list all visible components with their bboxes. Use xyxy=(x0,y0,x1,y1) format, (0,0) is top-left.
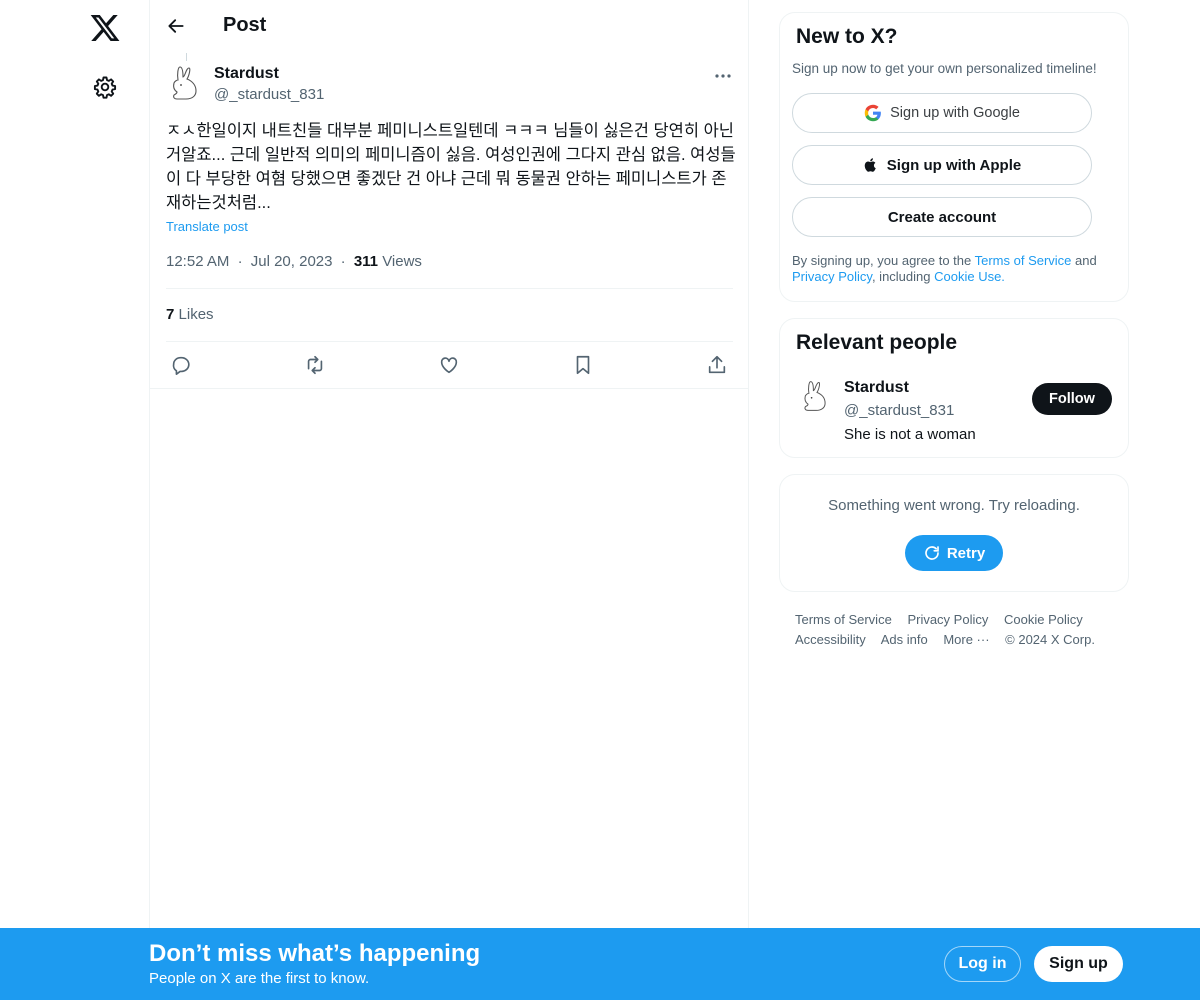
thread-line xyxy=(186,53,187,61)
terms-text: and xyxy=(1071,253,1097,268)
left-nav xyxy=(0,0,150,1000)
relevant-people-title: Relevant people xyxy=(796,331,958,354)
divider xyxy=(166,288,733,289)
translate-post-link[interactable]: Translate post xyxy=(166,219,248,234)
refresh-icon xyxy=(925,546,939,560)
apple-signup-label: Sign up with Apple xyxy=(886,156,1022,174)
like-heart-icon[interactable] xyxy=(438,354,460,376)
terms-text: By signing up, you agree to the xyxy=(792,253,975,268)
google-signup-label: Sign up with Google xyxy=(890,105,1020,121)
login-button[interactable]: Log in xyxy=(944,946,1021,982)
footer-link-privacy[interactable]: Privacy Policy xyxy=(907,612,988,627)
google-signup-button[interactable]: Sign up with Google xyxy=(792,93,1092,133)
signup-terms: By signing up, you agree to the Terms of… xyxy=(792,253,1122,285)
footer-link-cookie[interactable]: Cookie Policy xyxy=(1004,612,1083,627)
error-message: Something went wrong. Try reloading. xyxy=(828,497,1080,514)
likes-label: Likes xyxy=(178,306,214,323)
post-header: Post xyxy=(150,0,748,53)
google-icon xyxy=(864,104,881,122)
follow-button[interactable]: Follow xyxy=(1032,383,1112,415)
retry-button[interactable]: Retry xyxy=(905,535,1003,571)
footer-link-terms[interactable]: Terms of Service xyxy=(795,612,892,627)
footer-copyright: © 2024 X Corp. xyxy=(1005,632,1095,647)
author-handle[interactable]: @_stardust_831 xyxy=(214,86,324,103)
cookie-use-link[interactable]: Cookie Use. xyxy=(934,269,1005,284)
terms-text: , including xyxy=(871,269,935,284)
post-time[interactable]: 12:52 AM xyxy=(166,253,229,270)
relevant-people-card: Relevant people Stardust @_stardust_831 … xyxy=(779,318,1129,458)
reply-icon[interactable] xyxy=(170,354,192,376)
terms-of-service-link[interactable]: Terms of Service xyxy=(975,253,1072,268)
banner-title: Don’t miss what’s happening xyxy=(149,940,481,967)
error-card: Something went wrong. Try reloading. Ret… xyxy=(779,474,1129,592)
apple-signup-button[interactable]: Sign up with Apple xyxy=(792,145,1092,185)
repost-icon[interactable] xyxy=(304,354,326,376)
gear-icon[interactable] xyxy=(93,75,117,99)
signup-card: New to X? Sign up now to get your own pe… xyxy=(779,12,1129,302)
apple-icon xyxy=(864,158,876,172)
signup-subtitle: Sign up now to get your own personalized… xyxy=(792,61,1097,76)
bookmark-icon[interactable] xyxy=(572,354,594,376)
signup-title: New to X? xyxy=(796,25,898,48)
page-title: Post xyxy=(223,14,267,36)
footer-link-ads-info[interactable]: Ads info xyxy=(881,632,928,647)
post-meta: 12:52 AM · Jul 20, 2023 · 311 Views xyxy=(166,253,422,270)
privacy-policy-link[interactable]: Privacy Policy xyxy=(792,269,872,284)
more-options-icon[interactable] xyxy=(713,66,733,86)
x-logo-icon[interactable] xyxy=(89,12,121,44)
login-banner: Don’t miss what’s happening People on X … xyxy=(0,928,1200,1000)
post-date[interactable]: Jul 20, 2023 xyxy=(251,253,333,270)
footer-link-accessibility[interactable]: Accessibility xyxy=(795,632,866,647)
banner-subtitle: People on X are the first to know. xyxy=(149,970,370,987)
post-text: ㅈㅅ한일이지 내트친들 대부분 페미니스트일텐데 ㅋㅋㅋ 님들이 싫은건 당연히… xyxy=(166,122,736,212)
post-actions xyxy=(150,342,748,389)
create-account-label: Create account xyxy=(887,208,997,226)
meta-separator: · xyxy=(237,253,243,270)
views-count: 311 xyxy=(353,253,379,270)
relevant-person-name[interactable]: Stardust xyxy=(844,379,909,397)
share-icon[interactable] xyxy=(706,354,728,376)
views-label: Views xyxy=(382,253,422,270)
main-column: Post Stardust @_stardust_831 ㅈㅅ한일이지 내트친들… xyxy=(149,0,749,1000)
create-account-button[interactable]: Create account xyxy=(792,197,1092,237)
footer-links: Terms of Service Privacy Policy Cookie P… xyxy=(795,610,1125,650)
footer-link-more[interactable]: More ··· xyxy=(943,632,989,647)
retry-label: Retry xyxy=(946,544,986,562)
author-name[interactable]: Stardust xyxy=(214,65,279,83)
avatar[interactable] xyxy=(167,63,207,103)
arrow-left-icon[interactable] xyxy=(166,16,186,36)
relevant-person-handle[interactable]: @_stardust_831 xyxy=(844,402,954,419)
avatar[interactable] xyxy=(799,378,835,414)
meta-separator: · xyxy=(340,253,346,270)
likes-stat[interactable]: 7 Likes xyxy=(166,306,214,323)
signup-button[interactable]: Sign up xyxy=(1034,946,1123,982)
likes-count: 7 xyxy=(166,306,175,323)
relevant-person-bio: She is not a woman xyxy=(844,426,976,443)
